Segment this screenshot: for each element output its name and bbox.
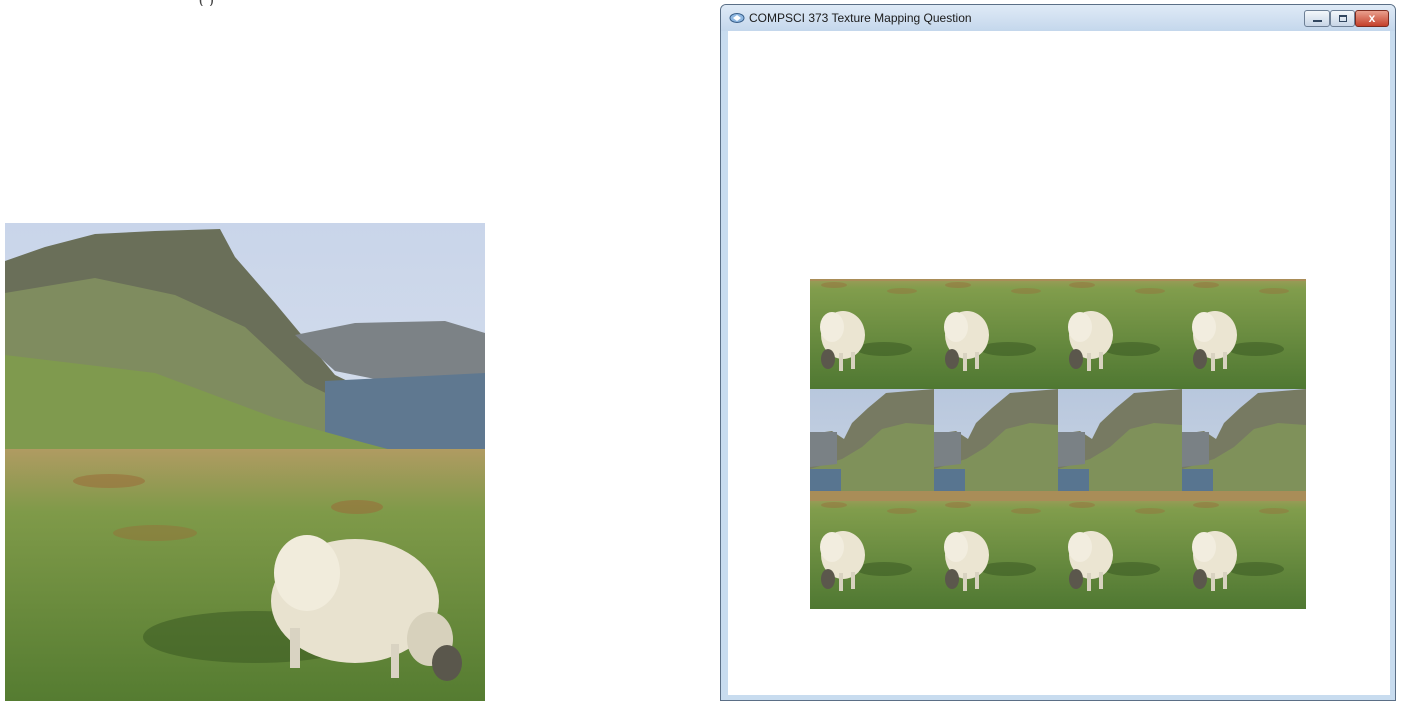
top-page-fragment: ( ) (199, 0, 279, 6)
source-texture-image (5, 223, 485, 701)
texture-tile (934, 389, 1058, 609)
window-title-bar[interactable]: COMPSCI 373 Texture Mapping Question x (721, 5, 1395, 31)
texture-tile (1058, 279, 1182, 389)
mapped-texture-grid (810, 279, 1306, 609)
texture-mapping-window: COMPSCI 373 Texture Mapping Question x (720, 4, 1396, 701)
sheep-photo (5, 223, 485, 701)
texture-tile (810, 389, 934, 609)
texture-tile (810, 279, 934, 389)
texture-tile (1182, 389, 1306, 609)
texture-tile (1182, 279, 1306, 389)
minimize-button[interactable] (1304, 10, 1330, 27)
render-viewport (728, 31, 1390, 695)
app-icon (729, 13, 745, 23)
texture-tile (1058, 389, 1182, 609)
maximize-button[interactable] (1330, 10, 1355, 27)
close-button[interactable]: x (1355, 10, 1389, 27)
close-icon: x (1368, 11, 1376, 25)
window-title: COMPSCI 373 Texture Mapping Question (749, 11, 972, 25)
texture-tile (934, 279, 1058, 389)
